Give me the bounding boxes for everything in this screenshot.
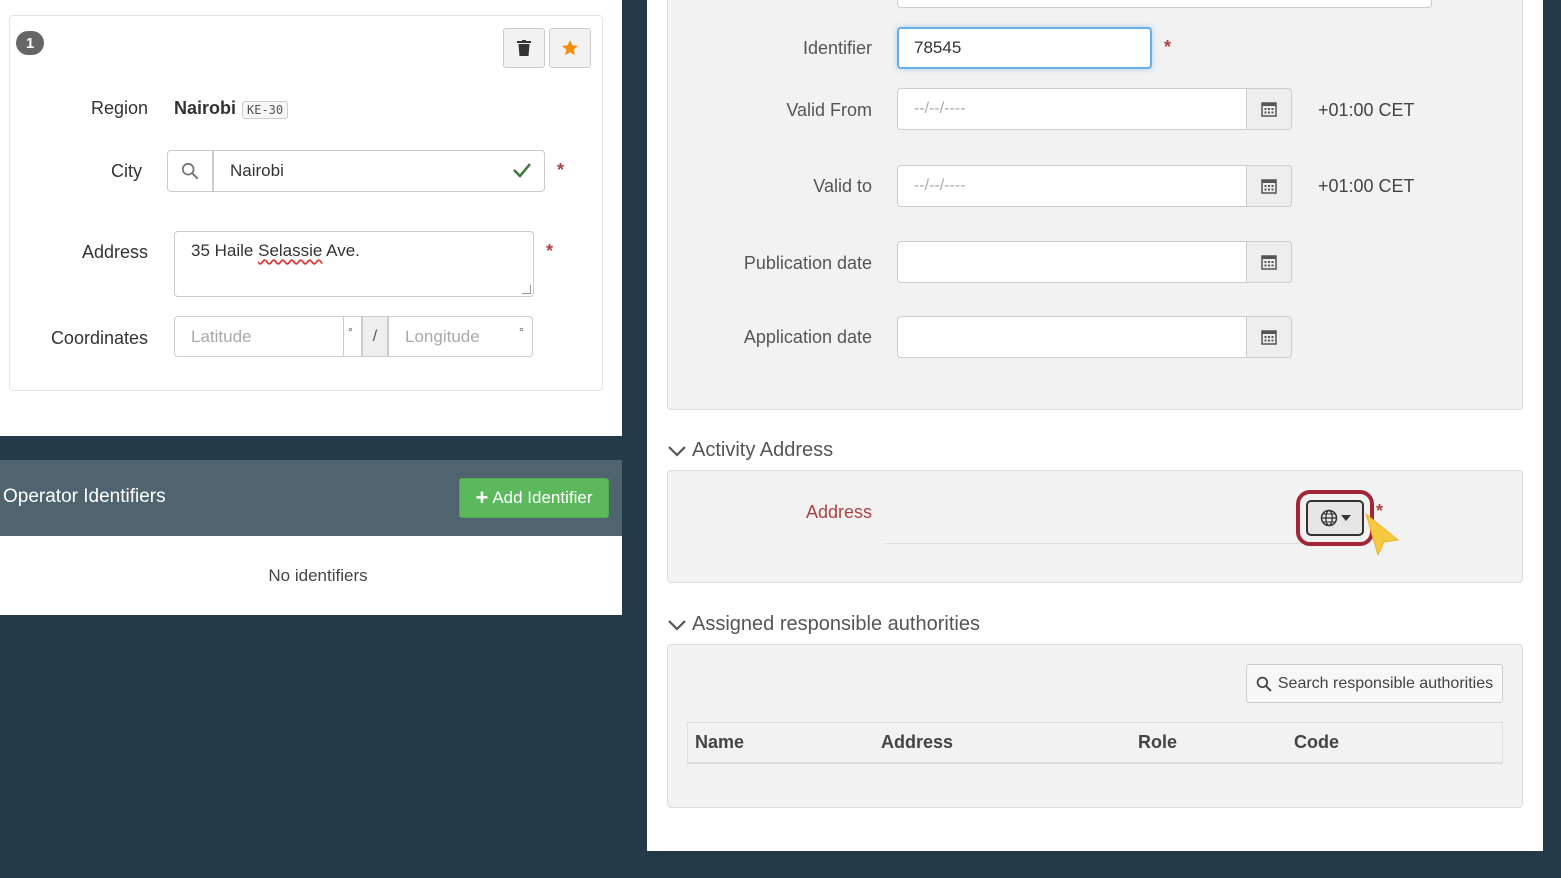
identifier-label: Identifier (802, 38, 872, 58)
activity-address-title: Activity Address (692, 439, 834, 461)
address-country-dropdown-button[interactable] (1306, 500, 1364, 536)
address-text-post: Ave. (322, 241, 360, 260)
authorities-table-header (687, 722, 1503, 764)
publication-date-label: Publication date (743, 253, 872, 273)
application-date-calendar-button[interactable] (1246, 316, 1292, 358)
longitude-degree-symbol: ° (519, 325, 524, 339)
authorities-title: Assigned responsible authorities (692, 613, 980, 635)
region-label: Region (90, 98, 148, 118)
calendar-icon (1261, 255, 1277, 270)
valid-to-placeholder: --/--/---- (914, 177, 966, 194)
calendar-icon (1261, 102, 1277, 117)
calendar-icon (1261, 179, 1277, 194)
address-textarea[interactable]: 35 Haile Selassie Ave. (174, 231, 534, 297)
column-header-name[interactable]: Name (695, 732, 744, 753)
plus-icon: + (475, 485, 489, 510)
favorite-address-button[interactable] (549, 28, 591, 68)
textarea-resize-handle[interactable] (522, 285, 531, 294)
region-value: Nairobi (174, 98, 237, 118)
longitude-input[interactable]: Longitude (388, 316, 533, 357)
chevron-down-icon (668, 445, 686, 457)
application-date-input[interactable] (897, 316, 1247, 358)
column-header-role[interactable]: Role (1138, 732, 1177, 753)
calendar-icon (1261, 330, 1277, 345)
address-required-marker: * (546, 241, 554, 261)
search-icon (1256, 676, 1272, 691)
valid-to-timezone: +01:00 CET (1318, 176, 1415, 196)
check-icon (513, 163, 531, 178)
add-identifier-label: Add Identifier (492, 488, 593, 507)
valid-to-calendar-button[interactable] (1246, 165, 1292, 207)
publication-date-input[interactable] (897, 241, 1247, 283)
authorities-toggle[interactable]: Assigned responsible authorities (668, 613, 980, 636)
publication-date-calendar-button[interactable] (1246, 241, 1292, 283)
operator-identifiers-title: Operator Identifiers (3, 486, 166, 507)
chevron-down-icon (668, 619, 686, 631)
identifier-input[interactable]: 78545 (897, 27, 1152, 69)
coordinate-separator: / (362, 316, 388, 357)
identifier-required-marker: * (1164, 37, 1172, 57)
address-text-pre: 35 Haile (191, 241, 259, 260)
valid-to-label: Valid to (813, 176, 872, 196)
city-required-marker: * (557, 160, 565, 180)
city-value: Nairobi (230, 161, 284, 180)
city-label: City (111, 161, 142, 181)
longitude-placeholder: Longitude (405, 326, 480, 346)
valid-from-input[interactable]: --/--/---- (897, 88, 1247, 130)
no-identifiers-text: No identifiers (268, 566, 368, 585)
delete-address-button[interactable] (503, 28, 545, 68)
valid-from-calendar-button[interactable] (1246, 88, 1292, 130)
valid-from-timezone: +01:00 CET (1318, 100, 1415, 120)
mouse-cursor-icon (1365, 512, 1400, 557)
address-text-misspelled: Selassie (258, 241, 323, 260)
valid-from-label: Valid From (786, 100, 872, 120)
activity-address-field-underline (885, 543, 1300, 544)
region-code-tag: KE-30 (242, 101, 289, 119)
latitude-degree-symbol: ° (348, 325, 353, 339)
column-header-address[interactable]: Address (881, 732, 953, 753)
previous-field-input[interactable] (897, 0, 1432, 8)
latitude-input[interactable]: Latitude (174, 316, 344, 357)
search-authorities-button[interactable]: Search responsible authorities (1246, 664, 1503, 703)
latitude-placeholder: Latitude (191, 326, 252, 346)
activity-address-label: Address (805, 502, 872, 522)
add-identifier-button[interactable]: + Add Identifier (459, 478, 609, 518)
identifier-value: 78545 (914, 38, 962, 57)
star-icon (562, 40, 578, 56)
valid-from-placeholder: --/--/---- (914, 100, 966, 117)
city-search-button[interactable] (167, 150, 213, 192)
application-date-label: Application date (743, 327, 872, 347)
coordinates-label: Coordinates (50, 328, 148, 348)
valid-to-input[interactable]: --/--/---- (897, 165, 1247, 207)
search-icon (181, 162, 199, 180)
globe-icon (1320, 509, 1337, 527)
latitude-degree-addon (344, 316, 362, 357)
address-index-badge: 1 (16, 31, 44, 55)
trash-icon (517, 40, 531, 56)
search-authorities-label: Search responsible authorities (1277, 674, 1494, 692)
address-label: Address (81, 242, 148, 262)
caret-down-icon (1340, 515, 1351, 521)
activity-address-toggle[interactable]: Activity Address (668, 439, 833, 462)
column-header-code[interactable]: Code (1294, 732, 1339, 753)
city-input[interactable]: Nairobi (213, 150, 545, 192)
